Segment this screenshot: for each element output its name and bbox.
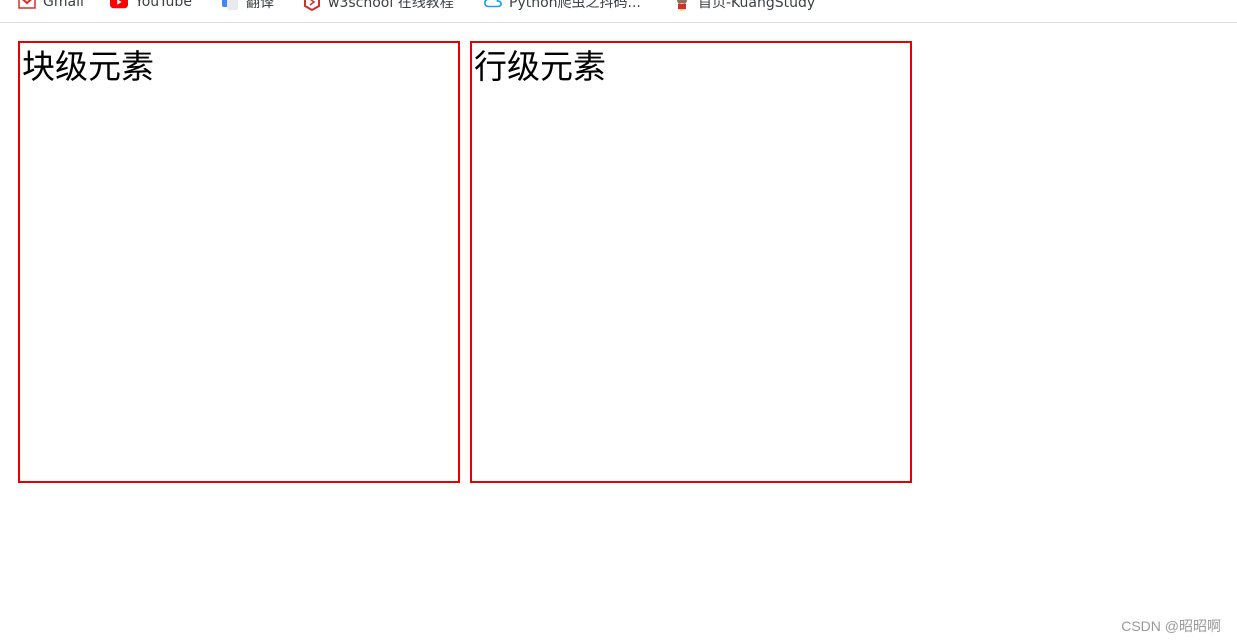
w3school-icon — [303, 0, 321, 11]
inline-element-box: 行级元素 — [470, 41, 912, 483]
bookmark-label: w3school 在线教程 — [328, 0, 454, 11]
bookmark-youtube[interactable]: YouTube — [110, 0, 192, 13]
bookmark-w3school[interactable]: w3school 在线教程 — [303, 0, 454, 13]
bookmark-gmail[interactable]: Gmail — [18, 0, 84, 13]
gmail-icon — [18, 0, 36, 11]
bookmark-label: YouTube — [135, 0, 192, 10]
block-element-box: 块级元素 — [18, 41, 460, 483]
youtube-icon — [110, 0, 128, 11]
page-content: 块级元素 行级元素 — [0, 23, 1237, 644]
bookmark-label: Gmail — [43, 0, 84, 10]
inline-element-label: 行级元素 — [474, 47, 606, 86]
bookmark-python[interactable]: Python爬虫之抖码... — [484, 0, 641, 13]
bookmarks-bar: Gmail YouTube 翻译 w3school 在线教程 Python爬虫之… — [0, 0, 1237, 23]
bookmark-translate[interactable]: 翻译 — [221, 0, 274, 13]
bookmark-kuangstudy[interactable]: 首页-KuangStudy — [673, 0, 815, 13]
cloud-link-icon — [484, 0, 502, 11]
translate-icon — [221, 0, 239, 11]
bookmark-label: 翻译 — [246, 0, 274, 11]
csdn-watermark: CSDN @昭昭啊 — [1121, 618, 1221, 634]
kuangstudy-icon — [673, 0, 691, 11]
bookmark-label: 首页-KuangStudy — [698, 0, 816, 11]
bookmark-label: Python爬虫之抖码... — [509, 0, 641, 11]
block-element-label: 块级元素 — [22, 47, 154, 86]
